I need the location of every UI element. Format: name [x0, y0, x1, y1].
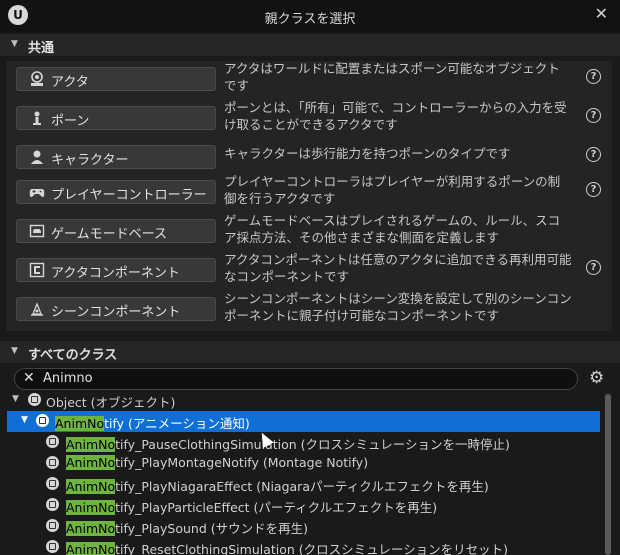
settings-gear-icon[interactable]: ⚙: [589, 368, 604, 388]
tree-item-label: AnimNotify_PlaySound (サウンドを再生): [66, 518, 308, 537]
actor-component-button[interactable]: アクタコンポーネント: [16, 258, 216, 282]
actor-component-icon: [29, 262, 45, 278]
clear-search-icon[interactable]: ✕: [23, 370, 35, 386]
search-match-highlight: AnimNo: [55, 416, 105, 431]
scene-component-button[interactable]: シーンコンポーネント: [16, 297, 216, 321]
class-icon: [46, 435, 59, 448]
class-icon: [46, 498, 59, 511]
pawn-description: ポーンとは、「所有」可能で、コントローラーからの入力を受け取ることができるアクタ…: [224, 100, 567, 132]
actor-component-description: アクタコンポーネントは任意のアクタに追加できる再利用可能なコンポーネントです: [224, 252, 572, 284]
actor-button[interactable]: アクタ: [16, 67, 216, 91]
tree-item-label-rest: tify_PlayNiagaraEffect (Niagaraパーティクルエフェ…: [115, 479, 489, 494]
scrollbar-thumb[interactable]: [605, 394, 611, 555]
help-icon[interactable]: ?: [586, 108, 601, 123]
dialog-title: 親クラスを選択: [264, 12, 356, 27]
tree-item-label-rest: tify_PlaySound (サウンドを再生): [115, 521, 308, 536]
tree-item-label: AnimNotify_PlayParticleEffect (パーティクルエフェ…: [66, 497, 437, 516]
search-match-highlight: AnimNo: [66, 500, 116, 515]
all-classes-section-label: すべてのクラス: [28, 348, 118, 363]
expand-arrow-icon[interactable]: ▼: [21, 415, 28, 425]
tree-row[interactable]: AnimNotify_PauseClothingSimulation (クロスシ…: [0, 432, 604, 453]
collapse-arrow-icon: ▼: [11, 346, 18, 356]
tree-scrollbar[interactable]: [604, 392, 612, 555]
close-button[interactable]: ✕: [595, 4, 608, 23]
tree-row-object[interactable]: ▼ Object (オブジェクト): [0, 390, 604, 411]
game-mode-base-button[interactable]: ゲームモードベース: [16, 219, 216, 243]
character-button-label: キャラクター: [51, 153, 129, 168]
scene-component-icon: [31, 302, 43, 316]
search-match-highlight: AnimNo: [66, 479, 116, 494]
common-class-row: ゲームモードベース ゲームモードベースはプレイされるゲームの、ルール、スコア採点…: [6, 213, 612, 253]
gamepad-icon: [29, 189, 45, 197]
common-classes-panel: アクタ アクタはワールドに配置またはスポーン可能なオブジェクトです ? ポーン …: [6, 61, 612, 331]
tree-row[interactable]: AnimNotify_PlayNiagaraEffect (Niagaraパーテ…: [0, 474, 604, 495]
tree-item-label: Object (オブジェクト): [46, 395, 176, 410]
scene-component-button-label: シーンコンポーネント: [51, 305, 181, 320]
tree-item-label-rest: tify_PlayParticleEffect (パーティクルエフェクトを再生): [115, 500, 438, 515]
game-mode-base-description: ゲームモードベースはプレイされるゲームの、ルール、スコア採点方法、その他さまざま…: [224, 213, 561, 245]
pawn-button[interactable]: ポーン: [16, 106, 216, 130]
tree-row[interactable]: AnimNotify_ResetClothingSimulation (クロスシ…: [0, 537, 604, 555]
help-icon[interactable]: ?: [586, 69, 601, 84]
tree-item-label-rest: tify_ResetClothingSimulation (クロスシミュレーショ…: [115, 542, 509, 555]
character-icon: [31, 150, 43, 164]
help-icon[interactable]: ?: [586, 260, 601, 275]
class-search-input[interactable]: [43, 370, 563, 387]
tree-item-label-rest: tify (アニメーション通知): [104, 416, 250, 431]
player-controller-button[interactable]: プレイヤーコントローラー: [16, 180, 216, 204]
actor-description: アクタはワールドに配置またはスポーン可能なオブジェクトです: [224, 61, 560, 93]
tree-item-label: AnimNotify_PauseClothingSimulation (クロスシ…: [66, 434, 510, 453]
actor-component-button-label: アクタコンポーネント: [51, 266, 180, 281]
title-bar: U 親クラスを選択 ✕: [0, 0, 620, 32]
tree-item-label: AnimNotify_PlayNiagaraEffect (Niagaraパーテ…: [66, 476, 489, 495]
pawn-icon: [33, 111, 41, 125]
tree-item-label: AnimNotify (アニメーション通知): [55, 413, 250, 432]
search-match-highlight: AnimNo: [66, 542, 116, 555]
actor-button-label: アクタ: [51, 75, 89, 90]
tree-item-label-rest: tify_PauseClothingSimulation (クロスシミュレーショ…: [115, 437, 510, 452]
common-class-row: プレイヤーコントローラー プレイヤーコントローラはプレイヤーが利用するポーンの制…: [6, 174, 612, 214]
collapse-arrow-icon: ▼: [11, 39, 18, 49]
search-match-highlight: AnimNo: [66, 455, 116, 470]
tree-item-label: AnimNotify_ResetClothingSimulation (クロスシ…: [66, 539, 508, 555]
class-icon: [46, 519, 59, 532]
class-search-box: ✕: [14, 368, 578, 390]
common-section-header[interactable]: ▼ 共通: [0, 34, 620, 56]
class-icon: [46, 540, 59, 553]
tree-item-label: AnimNotify_PlayMontageNotify (Montage No…: [66, 455, 368, 470]
tree-row-animnotify-selected[interactable]: ▼ AnimNotify (アニメーション通知): [7, 411, 600, 432]
game-mode-base-button-label: ゲームモードベース: [51, 227, 167, 242]
player-controller-description: プレイヤーコントローラはプレイヤーが利用するポーンの制御を行うアクタです: [224, 174, 561, 206]
class-icon: [28, 393, 41, 406]
search-match-highlight: AnimNo: [66, 521, 116, 536]
class-icon: [46, 477, 59, 490]
tree-row[interactable]: AnimNotify_PlayMontageNotify (Montage No…: [0, 453, 604, 474]
class-icon: [36, 414, 49, 427]
tree-row[interactable]: AnimNotify_PlayParticleEffect (パーティクルエフェ…: [0, 495, 604, 516]
player-controller-button-label: プレイヤーコントローラー: [51, 188, 207, 203]
scene-component-description: シーンコンポーネントはシーン変換を設定して別のシーンコンポーネントに親子付け可能…: [224, 291, 572, 323]
tree-row[interactable]: AnimNotify_PlaySound (サウンドを再生): [0, 516, 604, 537]
class-icon: [46, 456, 59, 469]
all-classes-section-header[interactable]: ▼ すべてのクラス: [0, 341, 620, 363]
help-icon[interactable]: ?: [586, 182, 601, 197]
search-match-highlight: AnimNo: [66, 437, 116, 452]
character-button[interactable]: キャラクター: [16, 145, 216, 169]
actor-icon: [31, 71, 43, 86]
common-section-label: 共通: [28, 41, 55, 56]
game-mode-icon: [29, 224, 45, 238]
common-class-row: アクタコンポーネント アクタコンポーネントは任意のアクタに追加できる再利用可能な…: [6, 252, 612, 292]
tree-item-label-rest: tify_PlayMontageNotify (Montage Notify): [115, 455, 369, 470]
class-tree: ▼ Object (オブジェクト) ▼ AnimNotify (アニメーション通…: [0, 390, 604, 555]
pawn-button-label: ポーン: [51, 114, 90, 129]
common-class-row: シーンコンポーネント シーンコンポーネントはシーン変換を設定して別のシーンコンポ…: [6, 291, 612, 331]
common-class-row: アクタ アクタはワールドに配置またはスポーン可能なオブジェクトです ?: [6, 61, 612, 101]
character-description: キャラクターは歩行能力を持つポーンのタイプです: [224, 146, 511, 161]
help-icon[interactable]: ?: [586, 147, 601, 162]
expand-arrow-icon[interactable]: ▼: [12, 394, 19, 404]
common-class-row: ポーン ポーンとは、「所有」可能で、コントローラーからの入力を受け取ることができ…: [6, 100, 612, 140]
